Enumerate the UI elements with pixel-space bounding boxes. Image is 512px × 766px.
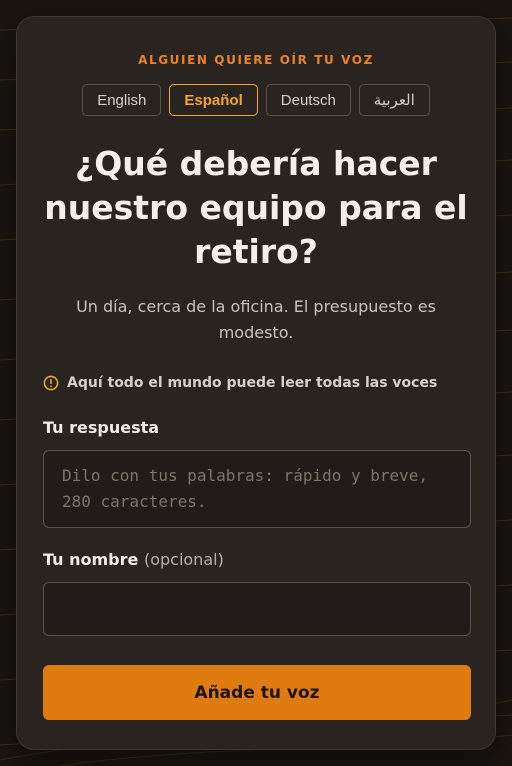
notice-text: Aquí todo el mundo puede leer todas las …: [67, 375, 438, 391]
name-input[interactable]: [43, 582, 471, 636]
lang-english-button[interactable]: English: [82, 84, 162, 116]
warning-circle-icon: [43, 375, 59, 391]
language-switcher: English Español Deutsch العربية: [17, 84, 495, 116]
lang-arabic-button[interactable]: العربية: [358, 84, 430, 116]
lang-espanol-button[interactable]: Español: [169, 84, 258, 116]
voice-card: ALGUIEN QUIERE OÍR TU VOZ English Españo…: [16, 16, 496, 750]
question-title: ¿Qué debería hacer nuestro equipo para e…: [44, 144, 468, 271]
question-subtitle: Un día, cerca de la oficina. El presupue…: [76, 297, 436, 342]
add-voice-button[interactable]: Añade tu voz: [43, 665, 471, 720]
response-textarea[interactable]: [43, 450, 471, 528]
response-label: Tu respuesta: [43, 418, 159, 437]
response-label-text: Tu respuesta: [43, 418, 160, 437]
name-optional-hint: (opcional): [143, 550, 224, 569]
name-label: Tu nombre (opcional): [43, 550, 224, 569]
visibility-notice: Aquí todo el mundo puede leer todas las …: [43, 375, 477, 391]
kicker-label: ALGUIEN QUIERE OÍR TU VOZ: [138, 53, 374, 67]
name-label-text: Tu nombre: [43, 550, 139, 569]
lang-deutsch-button[interactable]: Deutsch: [265, 84, 351, 116]
